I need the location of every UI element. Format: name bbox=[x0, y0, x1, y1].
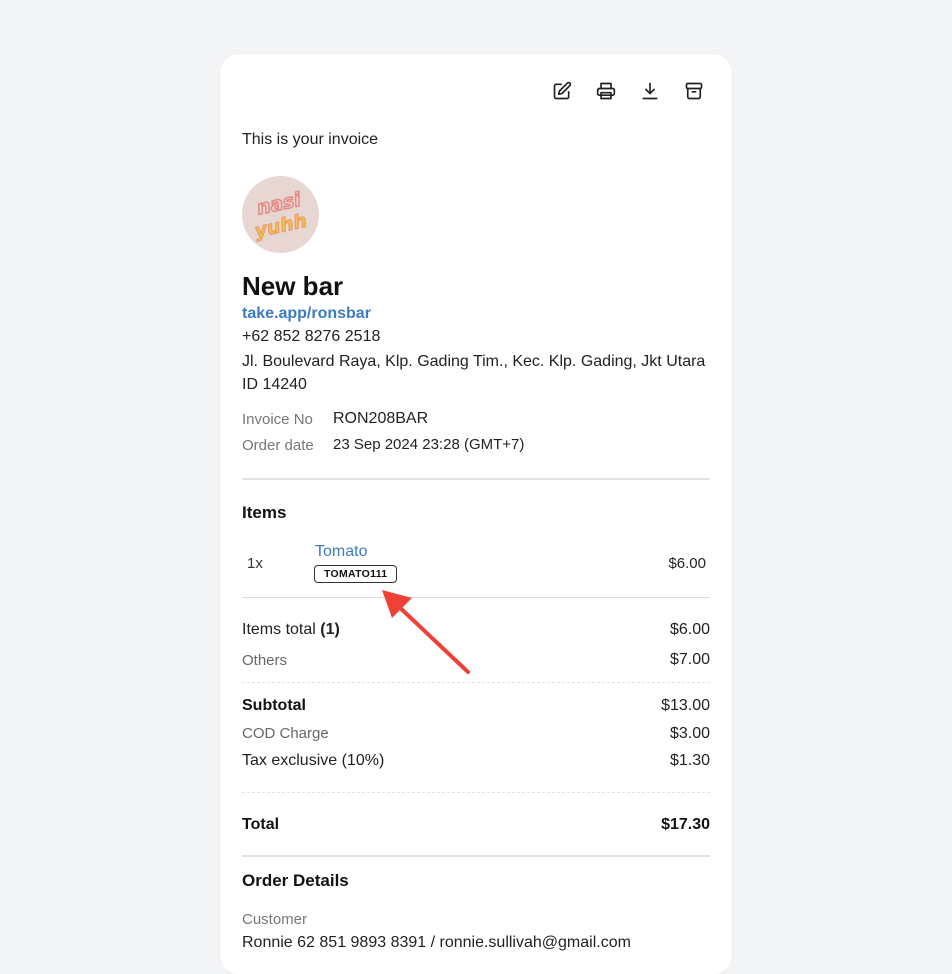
store-phone: +62 852 8276 2518 bbox=[242, 328, 381, 345]
archive-button[interactable] bbox=[684, 80, 704, 102]
others-value: $7.00 bbox=[669, 651, 710, 668]
order-date-label: Order date bbox=[242, 437, 314, 454]
invoice-no-value: RON208BAR bbox=[333, 410, 429, 427]
item-name-link[interactable]: Tomato bbox=[315, 543, 367, 561]
item-sku-badge: TOMATO111 bbox=[314, 565, 398, 583]
dashed-divider bbox=[242, 792, 710, 793]
items-total-label: Items total (1) bbox=[242, 621, 340, 639]
annotation-arrow bbox=[382, 590, 470, 674]
subtotal-label: Subtotal bbox=[242, 697, 306, 714]
edit-icon bbox=[553, 81, 572, 100]
archive-icon bbox=[685, 82, 703, 100]
cod-charge-value: $3.00 bbox=[669, 725, 710, 742]
items-total-label-text: Items total bbox=[242, 621, 316, 638]
print-icon bbox=[596, 82, 616, 100]
total-value: $17.30 bbox=[661, 816, 710, 833]
cod-charge-label: COD Charge bbox=[242, 725, 329, 742]
item-price: $6.00 bbox=[668, 555, 706, 572]
store-logo: nasi yuhh bbox=[242, 176, 319, 253]
invoice-toolbar bbox=[552, 80, 704, 102]
items-title: Items bbox=[242, 503, 287, 522]
invoice-no-label: Invoice No bbox=[242, 411, 313, 428]
customer-value: Ronnie 62 851 9893 8391 / ronnie.sulliva… bbox=[242, 934, 631, 951]
item-quantity: 1x bbox=[247, 555, 263, 572]
section-divider bbox=[242, 855, 710, 857]
order-date-value: 23 Sep 2024 23:28 (GMT+7) bbox=[333, 436, 525, 453]
store-address: Jl. Boulevard Raya, Klp. Gading Tim., Ke… bbox=[242, 353, 706, 393]
download-icon bbox=[642, 82, 658, 100]
dashed-divider bbox=[242, 682, 710, 683]
tax-label: Tax exclusive (10%) bbox=[242, 752, 385, 769]
customer-label: Customer bbox=[242, 911, 308, 928]
store-link[interactable]: take.app/ronsbar bbox=[242, 305, 371, 323]
items-total-count: (1) bbox=[320, 621, 340, 638]
edit-button[interactable] bbox=[552, 80, 572, 102]
subtotal-value: $13.00 bbox=[661, 697, 710, 714]
order-details-title: Order Details bbox=[242, 871, 349, 890]
tax-value: $1.30 bbox=[669, 752, 710, 769]
download-button[interactable] bbox=[640, 80, 660, 102]
total-label: Total bbox=[242, 816, 280, 833]
invoice-intro-text: This is your invoice bbox=[242, 131, 379, 148]
print-button[interactable] bbox=[596, 80, 616, 102]
section-divider bbox=[242, 478, 710, 480]
others-label: Others bbox=[242, 652, 288, 669]
items-total-value: $6.00 bbox=[669, 621, 710, 638]
store-name: New bar bbox=[242, 271, 344, 301]
